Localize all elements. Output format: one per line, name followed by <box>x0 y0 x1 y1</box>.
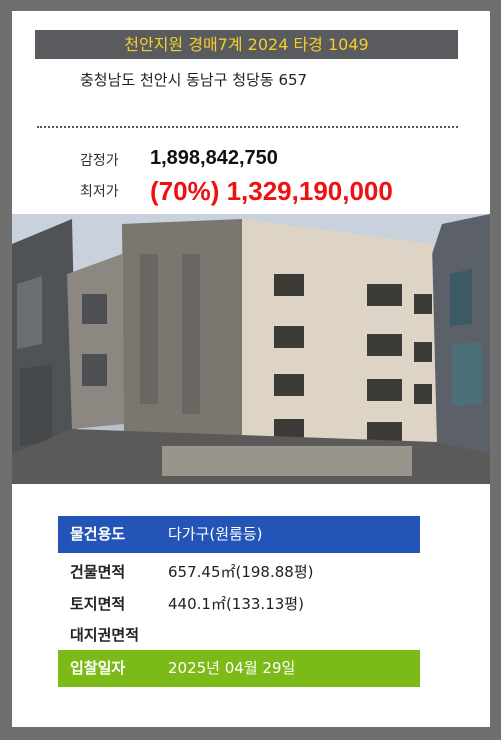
building-photo <box>12 214 490 484</box>
bid-date-label: 입찰일자 <box>70 659 126 677</box>
appraisal-value: 1,898,842,750 <box>150 147 278 169</box>
bid-date-value: 2025년 04월 29일 <box>168 659 296 677</box>
appraisal-label: 감정가 <box>80 153 119 169</box>
property-address: 충청남도 천안시 동남구 청당동 657 <box>80 71 308 89</box>
dotted-divider <box>37 126 458 128</box>
court-case-title: 천안지원 경매7계 2024 타경 1049 <box>35 30 458 59</box>
min-price-label: 최저가 <box>80 184 119 200</box>
land-right-area-row: 대지권면적 <box>58 617 420 654</box>
usage-value: 다가구(원룸등) <box>168 525 263 543</box>
bid-date-row: 입찰일자 2025년 04월 29일 <box>58 650 420 687</box>
min-price-value: (70%) 1,329,190,000 <box>150 176 393 206</box>
usage-label: 물건용도 <box>70 525 126 543</box>
land-right-area-label: 대지권면적 <box>70 626 140 644</box>
usage-row: 물건용도 다가구(원룸등) <box>58 516 420 553</box>
